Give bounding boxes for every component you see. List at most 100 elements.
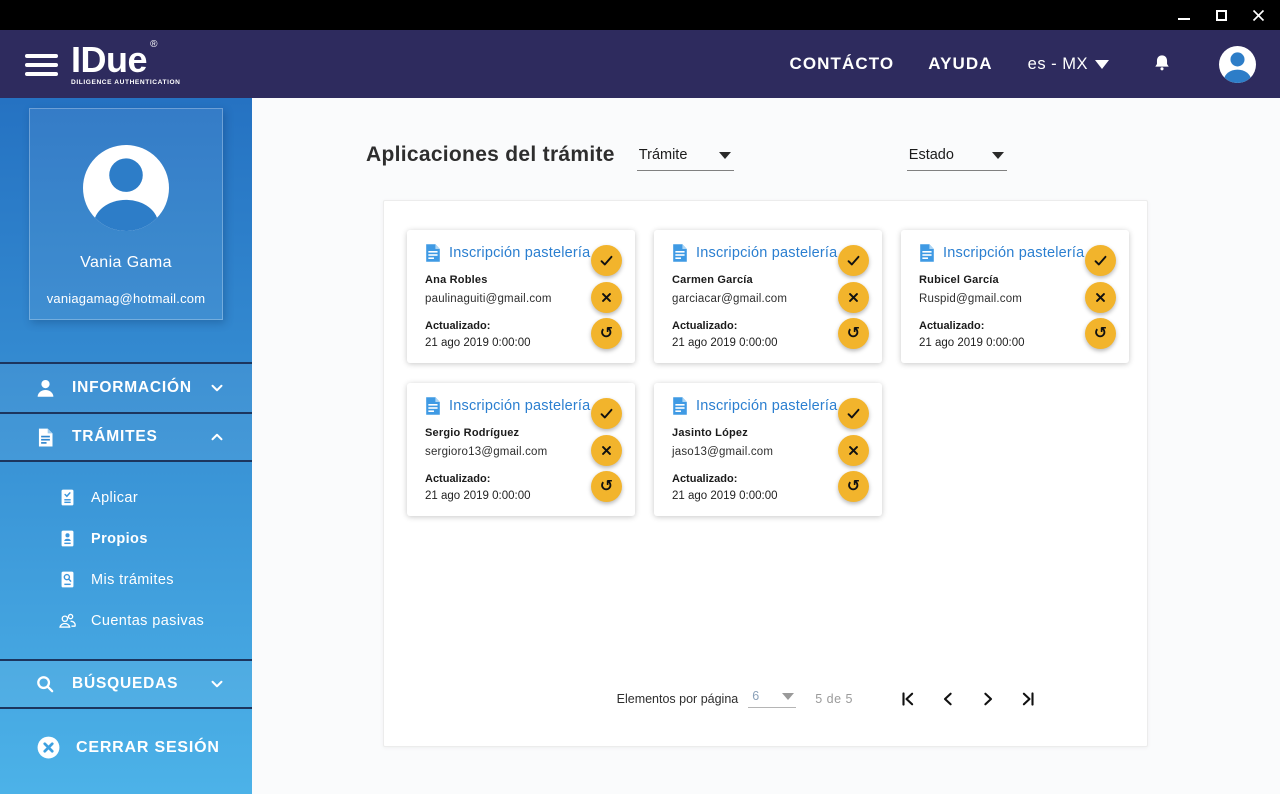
application-card: Inscripción pastelería Carmen García gar… [654, 230, 882, 363]
approve-button[interactable] [591, 398, 622, 429]
updated-date: 21 ago 2019 0:00:00 [919, 337, 1025, 349]
app-header: IDue ® DILIGENCE AUTHENTICATION CONTÁCTO … [0, 30, 1280, 98]
updated-date: 21 ago 2019 0:00:00 [425, 490, 531, 502]
nav-ayuda[interactable]: AYUDA [928, 54, 992, 74]
main-content: Aplicaciones del trámite Trámite Estado … [252, 98, 1280, 794]
undo-icon: ↺ [846, 475, 861, 495]
logout-label: CERRAR SESIÓN [76, 738, 220, 756]
chevron-down-icon [208, 379, 226, 397]
approve-button[interactable] [1085, 245, 1116, 276]
bell-icon [1155, 55, 1169, 71]
check-icon [847, 255, 860, 266]
previous-page-button[interactable] [939, 690, 957, 708]
undo-button[interactable]: ↺ [591, 318, 622, 349]
undo-button[interactable]: ↺ [838, 318, 869, 349]
language-label: es - MX [1027, 54, 1088, 73]
applicant-name: Rubicel García [919, 274, 999, 286]
chevron-down-icon [1095, 59, 1109, 69]
tramite-filter-label: Trámite [638, 147, 688, 163]
chevron-down-icon [208, 675, 226, 693]
next-page-button[interactable] [979, 690, 997, 708]
check-icon [847, 408, 860, 419]
maximize-icon [1215, 9, 1227, 21]
approve-button[interactable] [838, 398, 869, 429]
sidebar-item-mis-tramites[interactable]: Mis trámites [56, 559, 252, 600]
last-page-icon [1022, 691, 1034, 706]
tramites-submenu: Aplicar Propios Mis trámites Cuentas pas… [0, 462, 252, 659]
cards-grid: Inscripción pastelería Ana Robles paulin… [384, 201, 1147, 516]
updated-label: Actualizado: [672, 473, 738, 485]
app-logo: IDue ® DILIGENCE AUTHENTICATION [71, 38, 181, 87]
first-page-button[interactable] [899, 690, 917, 708]
logo-title: IDue ® [71, 38, 158, 80]
search-icon [32, 673, 58, 695]
sidebar-item-label: TRÁMITES [72, 428, 158, 445]
reject-button[interactable] [591, 434, 622, 466]
items-per-page-select[interactable]: 6 [748, 689, 797, 708]
sidebar-item-busquedas[interactable]: BÚSQUEDAS [0, 659, 252, 709]
reject-button[interactable] [1085, 281, 1116, 313]
people-group-icon [56, 610, 78, 631]
items-per-page-label: Elementos por página [616, 691, 739, 706]
applications-panel: Inscripción pastelería Ana Robles paulin… [383, 200, 1148, 747]
estado-filter-select[interactable]: Estado [906, 147, 1007, 171]
x-icon [602, 292, 611, 302]
sidebar: Vania Gama vaniagamag@hotmail.com INFORM… [0, 98, 252, 794]
language-selector[interactable]: es - MX [1028, 55, 1109, 74]
logo-subtitle: DILIGENCE AUTHENTICATION [71, 78, 181, 86]
document-icon [920, 244, 934, 262]
profile-email: vaniagamag@hotmail.com [46, 291, 206, 306]
sidebar-item-label: INFORMACIÓN [72, 379, 192, 396]
sidebar-item-label: Propios [91, 530, 148, 547]
applicant-email: sergioro13@gmail.com [425, 446, 548, 458]
undo-button[interactable]: ↺ [838, 471, 869, 502]
last-page-button[interactable] [1019, 690, 1037, 708]
sidebar-item-label: Cuentas pasivas [91, 612, 205, 629]
undo-button[interactable]: ↺ [1085, 318, 1116, 349]
notifications-button[interactable] [1151, 52, 1173, 76]
document-icon [673, 397, 687, 415]
chevron-down-icon [782, 692, 795, 700]
sidebar-item-aplicar[interactable]: Aplicar [56, 477, 252, 518]
avatar-icon [1219, 45, 1256, 83]
menu-icon[interactable] [25, 54, 58, 76]
sidebar-item-cuentas-pasivas[interactable]: Cuentas pasivas [56, 600, 252, 641]
approve-button[interactable] [591, 245, 622, 276]
nav-contacto[interactable]: CONTÁCTO [789, 54, 894, 74]
sidebar-item-informacion[interactable]: INFORMACIÓN [0, 362, 252, 412]
user-avatar[interactable] [1219, 45, 1256, 83]
estado-filter-label: Estado [908, 147, 954, 163]
document-icon [32, 426, 58, 449]
sidebar-item-tramites[interactable]: TRÁMITES [0, 412, 252, 462]
application-title-link[interactable]: Inscripción pastelería [425, 396, 591, 416]
reject-button[interactable] [838, 434, 869, 466]
reject-button[interactable] [838, 281, 869, 313]
window-close-button[interactable] [1250, 7, 1266, 23]
undo-icon: ↺ [599, 475, 614, 495]
applicant-name: Jasinto López [672, 427, 748, 439]
application-title-link[interactable]: Inscripción pastelería [672, 243, 838, 263]
application-title-link[interactable]: Inscripción pastelería [425, 243, 591, 263]
approve-button[interactable] [838, 245, 869, 276]
sidebar-item-propios[interactable]: Propios [56, 518, 252, 559]
tramite-filter-select[interactable]: Trámite [636, 147, 734, 171]
undo-button[interactable]: ↺ [591, 471, 622, 502]
undo-icon: ↺ [599, 322, 614, 342]
check-icon [1094, 255, 1107, 266]
window-maximize-button[interactable] [1213, 7, 1229, 23]
application-title-link[interactable]: Inscripción pastelería [672, 396, 838, 416]
logout-icon [36, 735, 61, 760]
reject-button[interactable] [591, 281, 622, 313]
person-icon [32, 377, 58, 400]
window-minimize-button[interactable] [1176, 7, 1192, 23]
applicant-name: Carmen García [672, 274, 753, 286]
logout-button[interactable]: CERRAR SESIÓN [0, 735, 252, 760]
items-per-page-value: 6 [752, 689, 760, 703]
card-person-icon [56, 528, 78, 549]
check-icon [600, 255, 613, 266]
updated-label: Actualizado: [425, 473, 491, 485]
sidebar-item-label: Aplicar [91, 489, 139, 506]
application-title-link[interactable]: Inscripción pastelería [919, 243, 1085, 263]
undo-icon: ↺ [846, 322, 861, 342]
sidebar-item-label: BÚSQUEDAS [72, 675, 179, 692]
